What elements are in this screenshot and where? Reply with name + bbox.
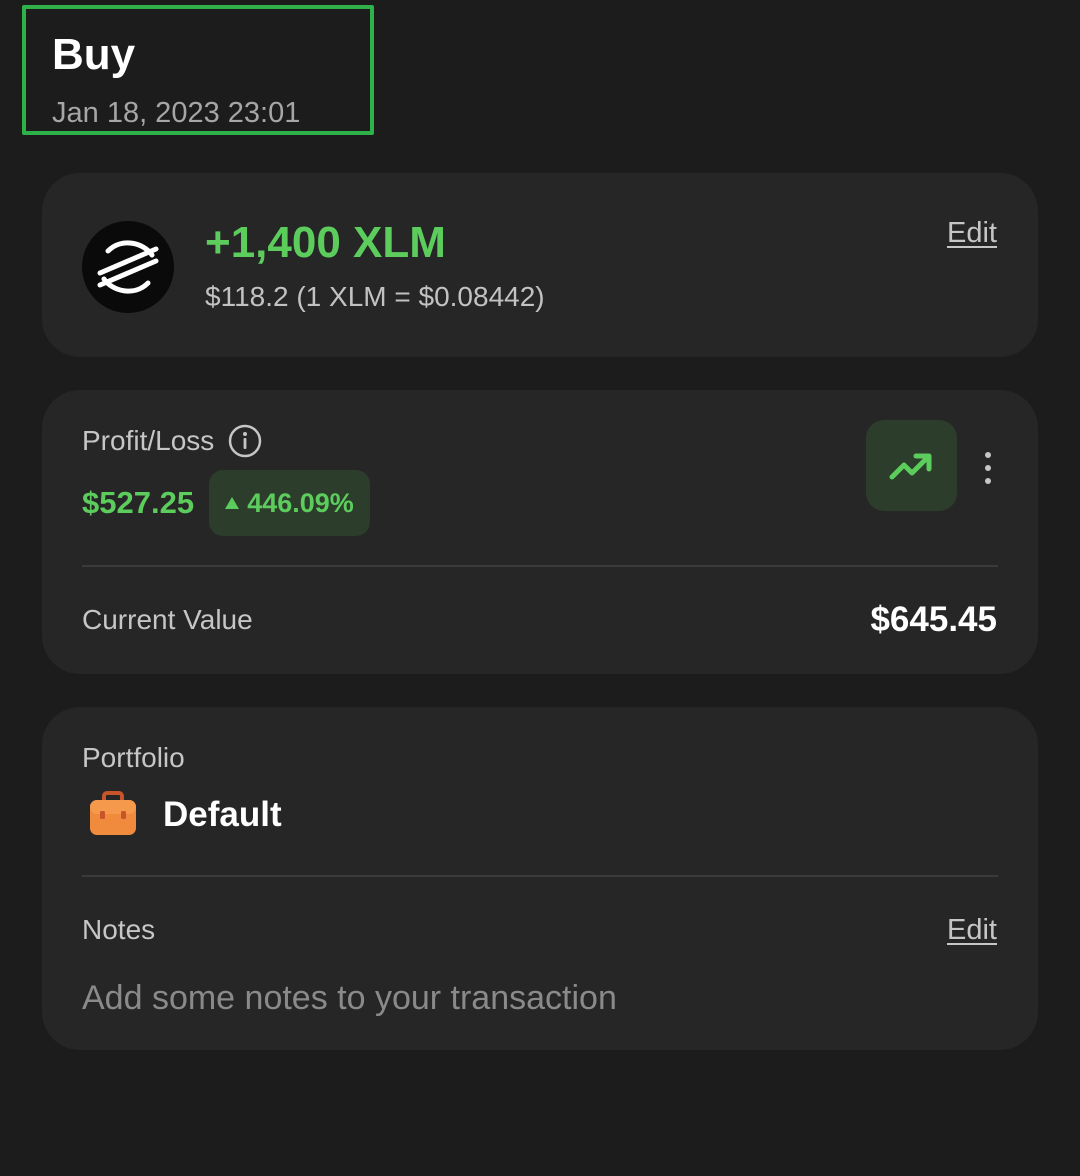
portfolio-name[interactable]: Default bbox=[163, 794, 282, 836]
notes-label: Notes bbox=[82, 914, 156, 945]
transaction-cost-rate: $118.2 (1 XLM = $0.08442) bbox=[205, 281, 545, 312]
notes-placeholder[interactable]: Add some notes to your transaction bbox=[82, 977, 617, 1019]
more-options-button[interactable] bbox=[972, 448, 1002, 488]
profit-loss-percent-badge: 446.09% bbox=[209, 470, 370, 536]
divider bbox=[82, 565, 998, 567]
transaction-amount: +1,400 XLM bbox=[205, 218, 446, 267]
portfolio-label: Portfolio bbox=[82, 742, 185, 773]
profit-loss-label: Profit/Loss bbox=[82, 425, 215, 456]
edit-notes-link[interactable]: Edit bbox=[947, 913, 997, 947]
transaction-date: Jan 18, 2023 23:01 bbox=[52, 97, 301, 129]
briefcase-icon bbox=[88, 791, 138, 837]
transaction-type-title: Buy bbox=[52, 30, 136, 79]
divider bbox=[82, 875, 998, 877]
profit-loss-card: Profit/Loss $527.25 446.09% Current Valu… bbox=[42, 390, 1038, 674]
more-vertical-icon bbox=[985, 452, 991, 458]
transaction-card: +1,400 XLM $118.2 (1 XLM = $0.08442) Edi… bbox=[42, 173, 1038, 357]
info-icon[interactable] bbox=[228, 424, 262, 458]
transaction-header: Buy Jan 18, 2023 23:01 bbox=[22, 5, 374, 135]
trend-chart-button[interactable] bbox=[866, 420, 957, 511]
transaction-detail-page: Buy Jan 18, 2023 23:01 +1,400 XLM $118.2… bbox=[0, 0, 1080, 1176]
trending-up-icon bbox=[889, 453, 932, 480]
stellar-logo-icon bbox=[82, 221, 174, 313]
current-value-label: Current Value bbox=[82, 604, 253, 635]
profit-loss-label-row: Profit/Loss bbox=[82, 424, 262, 458]
edit-transaction-link[interactable]: Edit bbox=[947, 216, 997, 250]
portfolio-notes-card: Portfolio Default Notes Edit Add some no… bbox=[42, 707, 1038, 1050]
arrow-up-icon bbox=[225, 497, 240, 509]
profit-loss-percent: 446.09% bbox=[247, 488, 354, 518]
current-value: $645.45 bbox=[870, 600, 997, 639]
profit-loss-value: $527.25 bbox=[82, 485, 195, 520]
